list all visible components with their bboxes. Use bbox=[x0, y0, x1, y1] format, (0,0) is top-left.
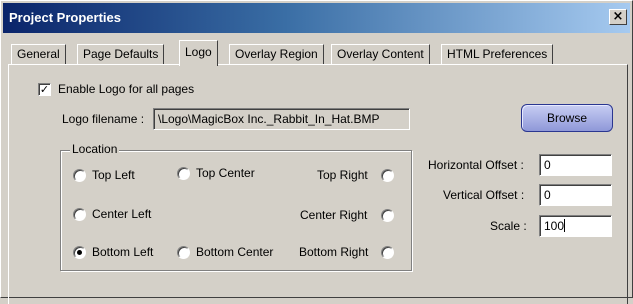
tab-html-preferences[interactable]: HTML Preferences bbox=[441, 44, 554, 64]
title-bar[interactable]: Project Properties × bbox=[3, 3, 630, 33]
tab-overlay-region[interactable]: Overlay Region bbox=[229, 44, 324, 64]
logo-tab-panel bbox=[8, 64, 628, 304]
dialog-title: Project Properties bbox=[9, 10, 121, 25]
tab-logo[interactable]: Logo bbox=[179, 40, 218, 66]
tab-general[interactable]: General bbox=[11, 44, 66, 64]
tab-page-defaults[interactable]: Page Defaults bbox=[77, 44, 165, 64]
tab-overlay-content[interactable]: Overlay Content bbox=[331, 44, 430, 64]
project-properties-dialog: Project Properties × General Page Defaul… bbox=[0, 0, 633, 304]
close-icon[interactable]: × bbox=[609, 9, 627, 25]
